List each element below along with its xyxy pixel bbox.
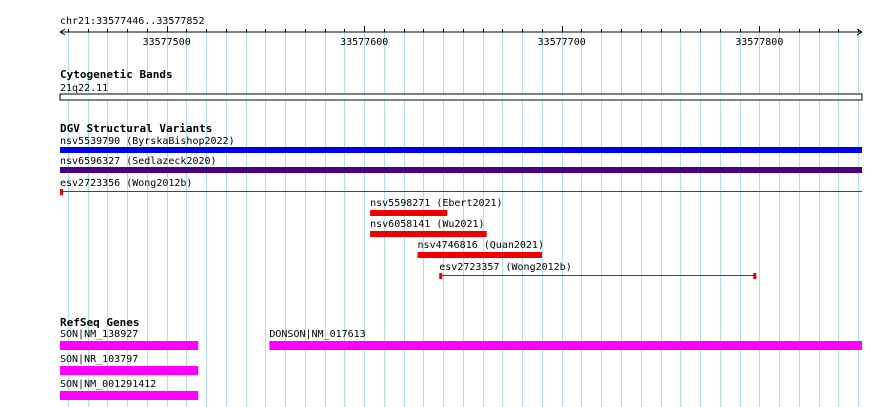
dgv-feature-start-cap — [439, 273, 443, 279]
genome-browser-view: chr21:33577446..33577852 33577500 3357760… — [59, 16, 863, 400]
dgv-feature-label: nsv6596327 (Sedlazeck2020) — [60, 156, 217, 167]
dgv-feature-end-cap — [753, 273, 757, 279]
dgv-feature-nsv5598271[interactable]: nsv5598271 (Ebert2021) — [370, 198, 503, 216]
refseq-track[interactable]: RefSeq Genes SON|NM_138927 DONSON|NM_0176… — [60, 316, 862, 400]
ruler-track: chr21:33577446..33577852 33577500 3357760… — [59, 16, 863, 48]
dgv-feature-label: nsv4746816 (Quan2021) — [418, 240, 544, 251]
dgv-feature-esv2723357[interactable]: esv2723357 (Wong2012b) — [439, 262, 757, 279]
dgv-feature-nsv6596327[interactable]: nsv6596327 (Sedlazeck2020) — [60, 156, 862, 173]
dgv-feature-bar[interactable] — [60, 147, 862, 153]
dgv-feature-bar[interactable] — [370, 210, 448, 216]
cytoband-track-title: Cytogenetic Bands — [60, 68, 173, 81]
refseq-gene-bar[interactable] — [60, 391, 199, 400]
dgv-feature-label: nsv5539790 (ByrskaBishop2022) — [60, 136, 235, 147]
cytoband-bar[interactable] — [59, 93, 863, 101]
dgv-feature-esv2723356[interactable]: esv2723356 (Wong2012b) — [60, 178, 862, 195]
cytoband-label: 21q22.11 — [60, 83, 108, 94]
ruler-tick-label: 33577700 — [538, 37, 586, 48]
dgv-feature-bar[interactable] — [60, 167, 862, 173]
region-label: chr21:33577446..33577852 — [60, 16, 205, 27]
dgv-track-title: DGV Structural Variants — [60, 122, 212, 135]
dgv-feature-nsv4746816[interactable]: nsv4746816 (Quan2021) — [417, 240, 544, 258]
refseq-gene-label: SON|NR_103797 — [60, 354, 138, 365]
ruler-ticks: 33577500 33577600 33577700 33577800 — [68, 26, 859, 48]
refseq-gene[interactable]: DONSON|NM_017613 — [269, 329, 862, 350]
refseq-gene-bar[interactable] — [60, 366, 199, 375]
dgv-feature-label: nsv5598271 (Ebert2021) — [370, 198, 502, 209]
dgv-feature-label: esv2723356 (Wong2012b) — [60, 178, 192, 189]
refseq-track-title: RefSeq Genes — [60, 316, 139, 329]
dgv-track[interactable]: DGV Structural Variants nsv5539790 (Byrs… — [60, 122, 862, 279]
dgv-feature-bar[interactable] — [417, 252, 542, 258]
ruler-tick-label: 33577600 — [340, 37, 388, 48]
refseq-gene[interactable]: SON|NM_138927 — [60, 329, 199, 350]
dgv-feature-bar[interactable] — [370, 231, 487, 237]
ruler-tick-label: 33577500 — [143, 37, 191, 48]
dgv-feature-label: nsv6058141 (Wu2021) — [370, 219, 484, 230]
dgv-feature-nsv5539790[interactable]: nsv5539790 (ByrskaBishop2022) — [60, 136, 862, 153]
dgv-feature-start-cap — [60, 189, 63, 195]
refseq-gene-bar[interactable] — [269, 341, 862, 350]
cytoband-track[interactable]: Cytogenetic Bands 21q22.11 — [59, 68, 863, 101]
refseq-gene-label: SON|NM_138927 — [60, 329, 138, 340]
refseq-gene-bar[interactable] — [60, 341, 199, 350]
dgv-feature-label: esv2723357 (Wong2012b) — [439, 262, 571, 273]
refseq-gene-label: DONSON|NM_017613 — [269, 329, 365, 340]
ruler-tick-label: 33577800 — [735, 37, 783, 48]
refseq-gene[interactable]: SON|NR_103797 — [60, 354, 199, 375]
dgv-feature-nsv6058141[interactable]: nsv6058141 (Wu2021) — [370, 219, 487, 237]
refseq-gene-label: SON|NM_001291412 — [60, 379, 156, 390]
refseq-gene[interactable]: SON|NM_001291412 — [60, 379, 199, 400]
